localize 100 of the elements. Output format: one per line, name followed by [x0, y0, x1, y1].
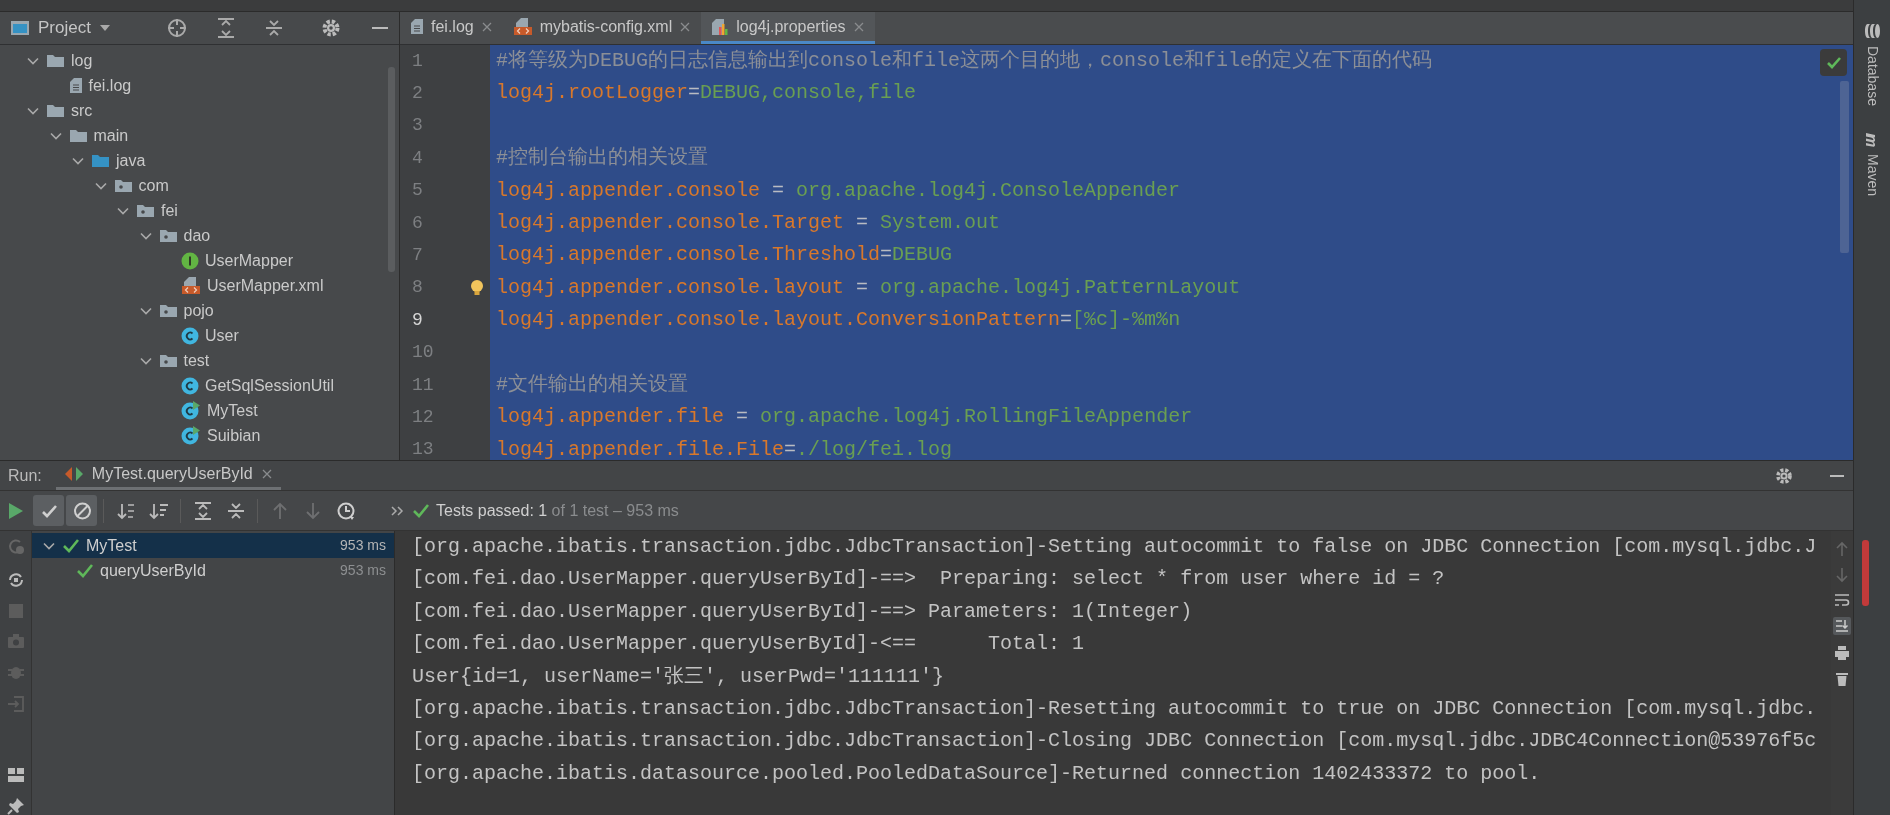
code-comment: #控制台输出的相关设置 — [495, 145, 708, 172]
result-row[interactable]: queryUserById 953 ms — [32, 558, 394, 583]
console-line: [com.fei.dao.UserMapper.queryUserById]-<== Total: 1 — [412, 631, 1086, 658]
close-icon[interactable] — [852, 20, 865, 33]
code-comment: #将等级为DEBUG的日志信息输出到console和file这两个目的地，console和file的定义在下面的代码 — [495, 48, 1433, 74]
folder-icon — [68, 128, 88, 143]
tree-item[interactable]: log — [0, 48, 93, 73]
collapse-all-icon[interactable] — [265, 18, 283, 38]
line-number: 12 — [412, 406, 434, 429]
close-icon[interactable] — [480, 20, 493, 33]
more-icon[interactable] — [390, 504, 404, 517]
tree-item[interactable]: MyTest — [0, 398, 258, 423]
line-number: 8 — [412, 276, 423, 300]
delete-icon[interactable] — [1835, 671, 1849, 687]
file-icon — [410, 18, 424, 35]
code-line: log4j.appender.console.layout = org.apache.log4j.PatternLayout — [495, 274, 1241, 301]
passed-filter-button[interactable] — [33, 495, 64, 526]
panel-label: Run: — [8, 465, 42, 486]
tree-item[interactable]: java — [0, 148, 146, 173]
tree-item[interactable]: src — [0, 98, 93, 123]
layout-icon[interactable] — [6, 767, 25, 783]
class-icon — [181, 376, 199, 395]
settings-icon[interactable] — [1775, 466, 1793, 485]
duration-text: 953 ms — [340, 536, 386, 555]
tree-item[interactable]: test — [0, 348, 210, 373]
code-comment: #文件输出的相关设置 — [495, 371, 688, 398]
tree-item[interactable]: com — [0, 173, 169, 198]
locate-icon[interactable] — [167, 18, 187, 38]
up-arrow-icon[interactable] — [1835, 541, 1849, 557]
editor-tab[interactable]: mybatis-config.xml — [502, 12, 702, 44]
tree-item[interactable]: UserMapper.xml — [0, 273, 324, 298]
code-line: log4j.appender.file.File=./log/fei.log — [495, 436, 953, 460]
scrollbar[interactable] — [1840, 81, 1849, 253]
tree-item[interactable]: fei — [0, 198, 178, 223]
run-icon[interactable] — [8, 501, 24, 520]
line-number: 5 — [412, 179, 423, 203]
line-number: 1 — [412, 49, 423, 73]
scroll-to-end-icon[interactable] — [1833, 617, 1851, 635]
console-line: [org.apache.ibatis.datasource.pooled.PooledDataSource]-Returned connection 1402433372 to pool. — [412, 760, 1542, 787]
tree-item[interactable]: main — [0, 123, 129, 148]
package-icon — [158, 303, 178, 318]
tree-item[interactable]: Suibian — [0, 423, 261, 448]
code-line: log4j.appender.console = org.apache.log4j.ConsoleAppender — [495, 177, 1181, 204]
xml-file-icon — [181, 276, 201, 295]
console-line: [org.apache.ibatis.transaction.jdbc.JdbcTransaction]-Closing JDBC Connection [com.mysql.jdbc.JDBC4Connection@53976f5c — [412, 728, 1818, 755]
soft-wrap-icon[interactable] — [1834, 593, 1850, 607]
console-line: [com.fei.dao.UserMapper.queryUserById]-==> Preparing: select * from user where id = ? — [412, 566, 1446, 593]
stop-icon — [7, 603, 24, 619]
line-number: 6 — [412, 211, 423, 235]
expand-all-icon[interactable] — [217, 18, 235, 38]
test-class-icon — [181, 426, 201, 445]
line-number: 3 — [412, 114, 423, 138]
package-icon — [113, 178, 133, 193]
tree-item[interactable]: dao — [0, 223, 211, 248]
xml-file-icon — [512, 17, 533, 36]
line-number: 9 — [412, 308, 423, 332]
scrollbar[interactable] — [1862, 540, 1869, 606]
tool-window-button[interactable]: Database — [1861, 22, 1883, 106]
tool-window-button[interactable]: Maven — [1861, 131, 1883, 196]
pin-icon[interactable] — [6, 797, 25, 815]
collapse-all-icon — [225, 500, 246, 521]
test-config-icon — [63, 465, 84, 483]
close-icon[interactable] — [679, 20, 692, 33]
package-icon — [136, 203, 155, 218]
database-icon — [1863, 23, 1881, 39]
test-status-text: Tests passed: 1 of 1 test – 953 ms — [436, 500, 679, 521]
line-number: 7 — [412, 244, 423, 268]
class-icon — [181, 326, 199, 345]
folder-icon — [46, 103, 65, 118]
close-icon[interactable] — [260, 468, 273, 480]
editor-tab[interactable]: log4j.properties — [701, 12, 875, 44]
ignored-filter-button[interactable] — [66, 495, 97, 526]
exit-icon — [6, 695, 25, 713]
folder-icon — [46, 53, 65, 68]
inspection-ok-icon[interactable] — [1820, 49, 1847, 76]
check-icon — [412, 502, 430, 519]
tree-item[interactable]: fei.log — [0, 73, 132, 98]
dropdown-icon[interactable] — [98, 24, 111, 32]
code-line: log4j.appender.console.Threshold=DEBUG — [495, 242, 953, 269]
tree-item[interactable]: pojo — [0, 298, 214, 323]
line-number: 4 — [412, 146, 423, 170]
code-line: log4j.appender.file = org.apache.log4j.RollingFileAppender — [495, 404, 1193, 431]
print-icon[interactable] — [1834, 645, 1850, 661]
tree-item[interactable]: User — [0, 323, 239, 348]
line-number: 13 — [412, 438, 434, 460]
console-line: [com.fei.dao.UserMapper.queryUserById]-==> Parameters: 1(Integer) — [412, 598, 1194, 625]
lightbulb-icon[interactable] — [470, 278, 484, 297]
code-line: log4j.rootLogger=DEBUG,console,file — [495, 80, 917, 107]
down-arrow-icon[interactable] — [1835, 567, 1849, 583]
tree-item[interactable]: UserMapper — [0, 248, 294, 273]
result-row[interactable]: MyTest 953 ms — [32, 533, 394, 558]
line-number: 2 — [412, 82, 423, 106]
editor-tab[interactable]: fei.log — [400, 12, 503, 44]
panel-title[interactable]: Project — [38, 15, 91, 41]
history-icon — [335, 500, 356, 521]
package-icon — [158, 353, 178, 368]
tree-item[interactable]: GetSqlSessionUtil — [0, 373, 334, 398]
settings-icon[interactable] — [321, 18, 341, 38]
folder-icon — [91, 153, 110, 168]
properties-file-icon — [711, 17, 730, 36]
